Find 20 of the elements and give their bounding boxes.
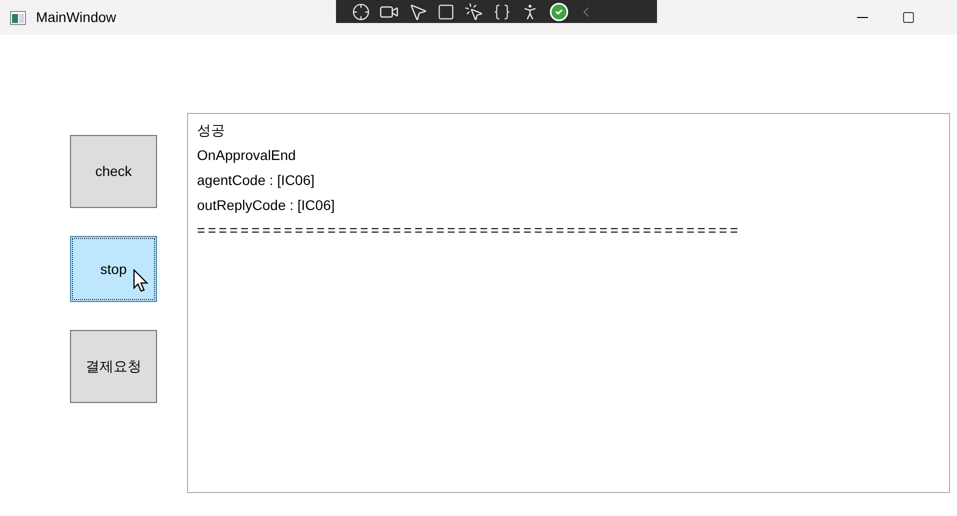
- check-circle-icon[interactable]: [549, 2, 569, 22]
- braces-icon[interactable]: [493, 2, 511, 20]
- app-icon: [10, 10, 26, 24]
- action-button[interactable]: check: [70, 135, 157, 208]
- window-title: MainWindow: [36, 8, 116, 27]
- log-line: agentCode : [IC06]: [197, 171, 316, 190]
- log-line: ==================================================: [197, 221, 742, 240]
- square-icon[interactable]: [437, 2, 455, 20]
- minimize-icon: [856, 17, 868, 18]
- log-line: outReplyCode : [IC06]: [197, 196, 336, 215]
- pointer-icon[interactable]: [408, 2, 428, 22]
- maximize-icon: [902, 11, 914, 24]
- log-text-area[interactable]: 성공 OnApprovalEnd agentCode : [IC06] outReplyCode : [IC06] ==================================================: [187, 113, 950, 493]
- log-line: OnApprovalEnd: [197, 146, 297, 165]
- log-line: 성공: [197, 121, 226, 140]
- action-button[interactable]: stop: [70, 236, 157, 302]
- select-element-icon[interactable]: [352, 2, 370, 20]
- mouse-cursor-icon: [133, 269, 149, 293]
- action-button[interactable]: 결제요청: [70, 330, 157, 403]
- pointer-click-icon[interactable]: [464, 2, 484, 22]
